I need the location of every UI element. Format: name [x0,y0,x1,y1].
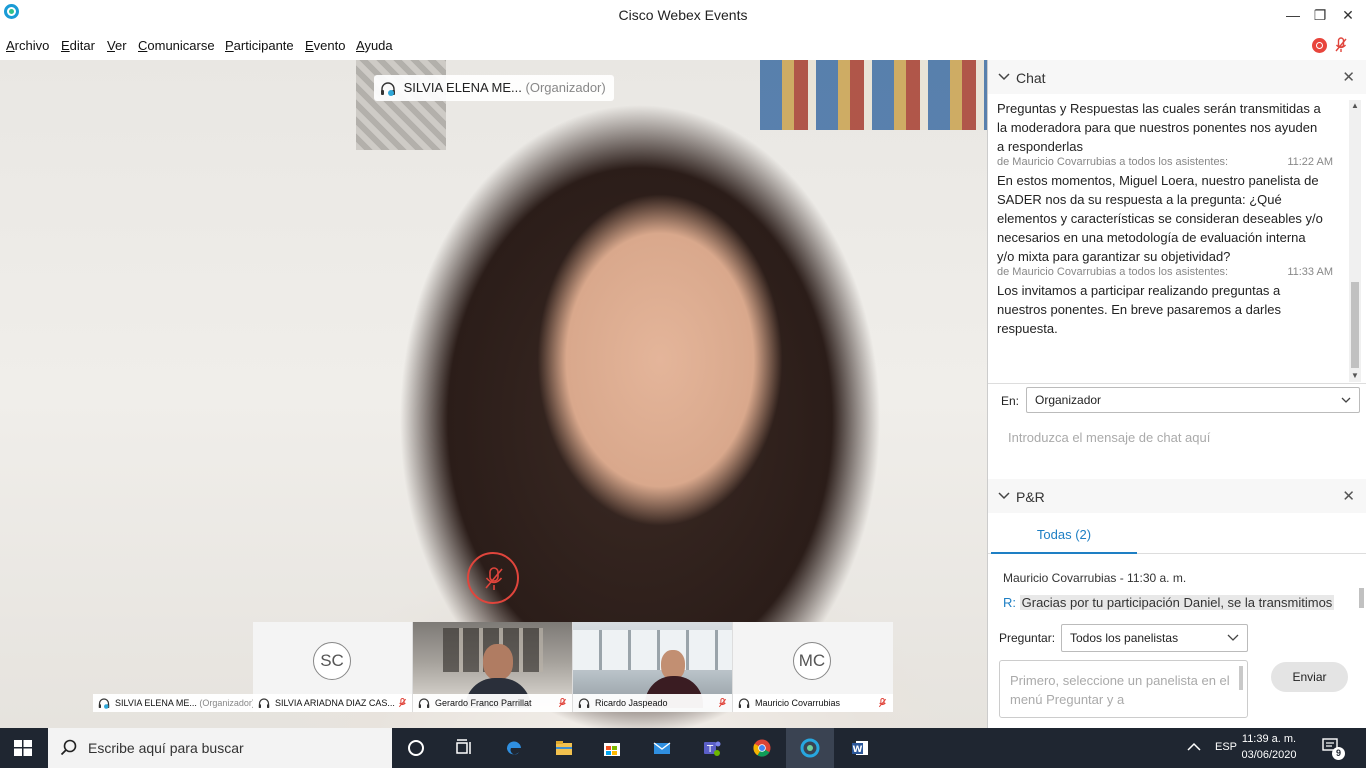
chat-message-text: Los invitamos a participar realizando pr… [997,283,1282,336]
background-decor [356,60,446,150]
send-button[interactable]: Enviar [1271,662,1348,692]
active-speaker-role: (Organizador) [525,80,606,95]
title-bar: Cisco Webex Events — ❐ ✕ [0,0,1366,30]
webex-taskbar-icon[interactable] [786,728,834,768]
thumbnail-ricardo-jaspeado[interactable]: Ricardo Jaspeado [573,622,733,712]
chat-message-text: En estos momentos, Miguel Loera, nuestro… [997,173,1323,264]
scroll-down-icon[interactable]: ▼ [1349,370,1361,382]
chat-log: Preguntas y Respuestas las cuales serán … [988,94,1366,384]
participant-thumbnails: SILVIA ELENA ME... (Organizador) SC SILV… [93,622,893,712]
chevron-up-icon[interactable] [1187,742,1201,752]
search-icon [60,739,77,756]
recording-icon[interactable] [1312,38,1327,53]
thumbnail-caption: Ricardo Jaspeado [573,694,732,712]
headset-icon [738,698,750,708]
mic-muted-icon [398,697,407,708]
chat-to-label: En: [1001,394,1020,408]
menu-archivo[interactable]: Archivo [6,38,49,53]
thumbnail-caption: Gerardo Franco Parrillat [413,694,572,712]
ask-recipient-select[interactable]: Todos los panelistas [1061,624,1248,652]
speaker-muted-icon [467,552,519,604]
background-tiles [760,60,987,130]
edge-browser-icon[interactable] [490,728,538,768]
chat-message-input[interactable]: Introduzca el mensaje de chat aquí [1008,430,1348,450]
thumbnail-organizer[interactable]: SILVIA ELENA ME... (Organizador) [93,622,253,712]
windows-start-icon[interactable] [14,740,32,756]
svg-text:W: W [853,745,863,755]
chevron-down-icon[interactable] [998,490,1010,500]
chevron-down-icon [1227,634,1239,641]
menu-evento[interactable]: Evento [305,38,345,53]
menu-editar[interactable]: Editar [61,38,95,53]
chat-header[interactable]: Chat ✕ [988,60,1366,94]
menu-ayuda[interactable]: Ayuda [356,38,393,53]
qa-title: P&R [1016,489,1045,505]
mic-muted-icon [878,697,887,708]
chat-scrollbar[interactable]: ▲ ▼ [1349,100,1361,382]
avatar: MC [793,642,831,680]
file-explorer-icon[interactable] [540,728,588,768]
headset-icon [578,698,590,708]
language-indicator[interactable]: ESP [1215,741,1237,753]
notifications-badge: 9 [1332,747,1345,760]
qa-scrollbar[interactable] [1359,588,1364,608]
minimize-button[interactable]: — [1279,4,1307,26]
headset-icon [258,698,270,708]
thumbnail-gerardo-franco[interactable]: Gerardo Franco Parrillat [413,622,573,712]
chevron-down-icon [1341,397,1351,403]
close-window-button[interactable]: ✕ [1334,4,1362,26]
headset-icon [418,698,430,708]
chat-message-text: Preguntas y Respuestas las cuales serán … [997,101,1321,154]
svg-text:T: T [706,744,714,755]
mic-muted-icon [718,697,727,708]
taskbar-search[interactable]: Escribe aquí para buscar [48,728,392,768]
menu-ver[interactable]: Ver [107,38,127,53]
chrome-icon[interactable] [738,728,786,768]
headset-icon [98,698,110,709]
menu-participante[interactable]: Participante [225,38,294,53]
word-icon[interactable]: W [836,728,884,768]
mic-muted-icon [558,697,567,708]
question-input[interactable]: Primero, seleccione un panelista en el m… [999,660,1248,718]
active-speaker-name: SILVIA ELENA ME... [403,80,522,95]
window-title: Cisco Webex Events [618,7,748,23]
teams-icon[interactable]: T [688,728,736,768]
thumbnail-mauricio-covarrubias[interactable]: MC Mauricio Covarrubias [733,622,893,712]
thumbnail-caption: SILVIA ELENA ME... (Organizador) [93,694,253,712]
avatar: SC [313,642,351,680]
chat-close-button[interactable]: ✕ [1342,68,1355,86]
taskbar-clock[interactable]: 11:39 a. m. 03/06/2020 [1237,731,1301,763]
qa-answer[interactable]: R: Gracias por tu participación Daniel, … [1003,595,1353,610]
task-view-icon[interactable] [440,728,488,768]
chat-title: Chat [1016,70,1046,86]
thumbnail-caption: SILVIA ARIADNA DIAZ CAS... [253,694,412,712]
qa-answer-author: Mauricio Covarrubias - 11:30 a. m. [1003,571,1187,585]
ask-label: Preguntar: [999,631,1056,645]
qa-tabs: Todas (2) [988,518,1366,554]
chat-recipient-select[interactable]: Organizador [1026,387,1360,413]
thumbnail-caption: Mauricio Covarrubias [733,694,893,712]
thumbnail-silvia-ariadna[interactable]: SC SILVIA ARIADNA DIAZ CAS... [253,622,413,712]
restore-button[interactable]: ❐ [1306,4,1334,26]
chat-message-meta: de Mauricio Covarrubias a todos los asis… [997,266,1333,278]
notifications-icon[interactable]: 9 [1322,738,1345,760]
side-panel: Chat ✕ Preguntas y Respuestas las cuales… [987,60,1366,728]
cortana-icon[interactable] [392,728,440,768]
microsoft-store-icon[interactable] [588,728,636,768]
qa-header[interactable]: P&R ✕ [988,479,1366,513]
mic-muted-icon[interactable] [1334,37,1348,53]
scroll-up-icon[interactable]: ▲ [1349,100,1361,112]
tab-todas[interactable]: Todas (2) [991,518,1137,554]
taskbar-search-placeholder: Escribe aquí para buscar [88,740,244,756]
chat-message-meta: de Mauricio Covarrubias a todos los asis… [997,156,1333,168]
mail-icon[interactable] [638,728,686,768]
windows-taskbar: Escribe aquí para buscar T W ESP 11:39 a… [0,728,1366,768]
menu-comunicarse[interactable]: Comunicarse [138,38,215,53]
qa-close-button[interactable]: ✕ [1342,487,1355,505]
active-speaker-label: SILVIA ELENA ME... (Organizador) [374,75,614,101]
chevron-down-icon[interactable] [998,71,1010,81]
headset-icon [381,81,395,96]
menu-bar: Archivo Editar Ver Comunicarse Participa… [0,30,1366,60]
